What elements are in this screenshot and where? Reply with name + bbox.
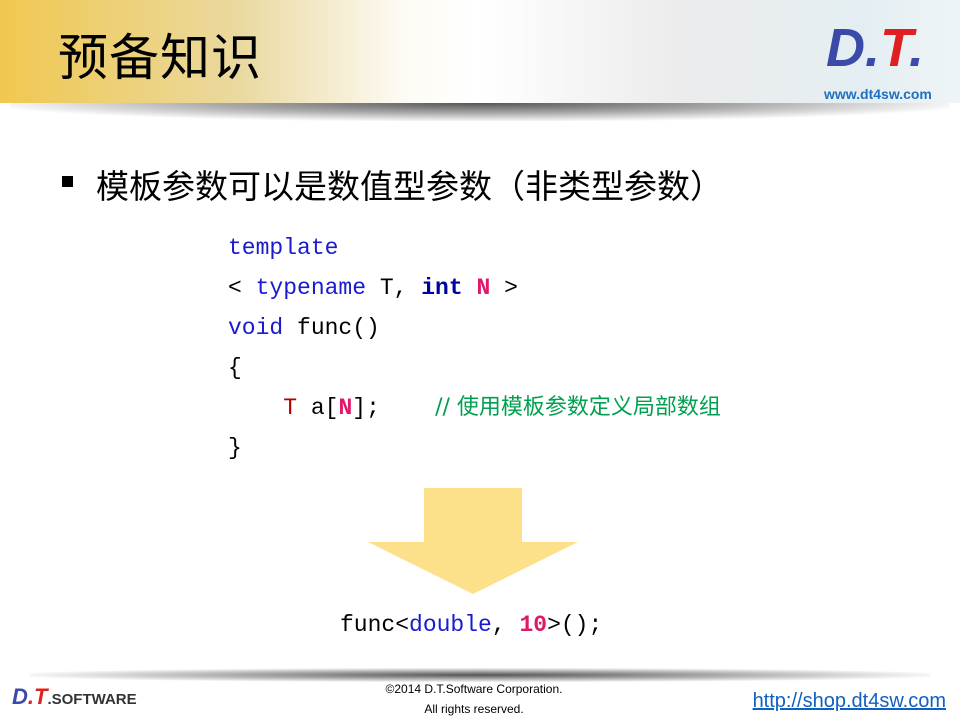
code-line: < typename T, int N > xyxy=(228,268,721,308)
code-token: template xyxy=(228,235,339,261)
code-token: double xyxy=(409,612,492,638)
code-line: T a[N]; // 使用模板参数定义局部数组 xyxy=(228,388,721,428)
code-token: N xyxy=(476,275,491,301)
code-token: , xyxy=(491,612,520,638)
code-token: 使用模板参数定义局部数组 xyxy=(456,395,721,420)
code-token: >(); xyxy=(547,612,603,638)
bullet-icon xyxy=(62,176,73,187)
bullet-text: 模板参数可以是数值型参数（非类型参数） xyxy=(96,167,723,206)
dt-logo: D.T. xyxy=(826,18,925,78)
footer-shadow xyxy=(30,668,930,682)
code-token: < xyxy=(228,275,256,301)
down-arrow-icon xyxy=(368,488,578,594)
site-url: www.dt4sw.com xyxy=(824,86,932,102)
code-token: typename xyxy=(255,275,367,301)
header-shadow xyxy=(10,103,950,121)
code-token: } xyxy=(228,435,242,461)
code-line: } xyxy=(228,428,721,468)
slide-title: 预备知识 xyxy=(58,29,262,87)
shop-link[interactable]: http://shop.dt4sw.com xyxy=(753,690,946,713)
code-token: { xyxy=(228,355,242,381)
code-token: func< xyxy=(340,612,410,638)
code-token: > xyxy=(490,275,518,301)
code-token: N xyxy=(338,395,353,421)
code-line: { xyxy=(228,348,721,388)
code-token: void xyxy=(228,315,284,341)
code-token: 10 xyxy=(519,612,548,638)
code-token: func() xyxy=(283,315,380,341)
template-call-code: func<double, 10>(); xyxy=(340,612,602,638)
code-block: template < typename T, int N > void func()… xyxy=(228,228,721,468)
code-line: template xyxy=(228,228,721,268)
code-token: T, xyxy=(366,275,422,301)
code-line: void func() xyxy=(228,308,721,348)
code-token: int xyxy=(421,275,463,301)
code-token: // xyxy=(435,395,457,420)
code-token: ]; xyxy=(352,395,436,421)
code-token: T xyxy=(283,395,298,421)
code-token: a[ xyxy=(297,395,339,421)
